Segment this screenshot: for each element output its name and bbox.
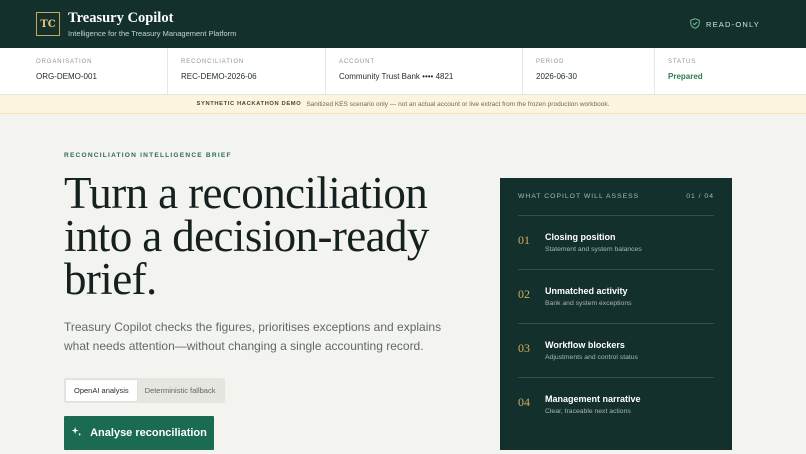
logo: TC: [36, 12, 60, 36]
meta-label: ACCOUNT: [339, 59, 375, 65]
step-title: Management narrative: [545, 394, 641, 404]
step-description: Bank and system exceptions: [545, 300, 632, 307]
assessment-step: 03 Workflow blockers Adjustments and con…: [518, 324, 714, 378]
eyebrow: RECONCILIATION INTELLIGENCE BRIEF: [64, 152, 232, 159]
meta-label: PERIOD: [536, 59, 565, 65]
app-title: Treasury Copilot: [68, 9, 174, 26]
sparkle-icon: [71, 426, 82, 440]
status-badge: Prepared: [668, 72, 703, 81]
meta-value: REC-DEMO-2026-06: [181, 72, 257, 81]
app-subtitle: Intelligence for the Treasury Management…: [68, 28, 237, 38]
panel-header: WHAT COPILOT WILL ASSESS 01 / 04: [518, 178, 714, 216]
meta-value: 2026-06-30: [536, 72, 577, 81]
read-only-badge: READ-ONLY: [690, 18, 760, 31]
mode-deterministic-fallback[interactable]: Deterministic fallback: [137, 380, 224, 401]
panel-counter: 01 / 04: [686, 193, 714, 200]
reconciliation-meta-bar: ORGANISATION ORG-DEMO-001 RECONCILIATION…: [0, 48, 806, 95]
meta-value: ORG-DEMO-001: [36, 72, 97, 81]
app-header: TC Treasury Copilot Intelligence for the…: [0, 0, 806, 48]
meta-organisation: ORGANISATION ORG-DEMO-001: [36, 48, 97, 95]
step-title: Workflow blockers: [545, 340, 625, 350]
step-number: 01: [518, 233, 530, 247]
page-title: Turn a reconciliation into a decision-re…: [64, 168, 429, 304]
step-description: Adjustments and control status: [545, 354, 638, 361]
step-title: Closing position: [545, 232, 616, 242]
read-only-label: READ-ONLY: [705, 20, 760, 29]
analyse-reconciliation-button[interactable]: Analyse reconciliation: [64, 416, 214, 450]
demo-tag: SYNTHETIC HACKATHON DEMO: [196, 101, 302, 107]
meta-label: ORGANISATION: [36, 59, 93, 65]
brand: Treasury Copilot Intelligence for the Tr…: [68, 9, 237, 38]
meta-label: RECONCILIATION: [181, 59, 245, 65]
assessment-step: 04 Management narrative Clear, traceable…: [518, 378, 714, 432]
step-description: Clear, traceable next actions: [545, 408, 631, 415]
meta-account: ACCOUNT Community Trust Bank •••• 4821: [325, 48, 453, 95]
step-number: 02: [518, 287, 530, 301]
meta-period: PERIOD 2026-06-30: [522, 48, 577, 95]
step-number: 04: [518, 395, 530, 409]
meta-value: Community Trust Bank •••• 4821: [339, 72, 454, 81]
demo-banner: SYNTHETIC HACKATHON DEMO Sanitized KES s…: [0, 95, 806, 114]
step-title: Unmatched activity: [545, 286, 628, 296]
analysis-mode-toggle: OpenAI analysis Deterministic fallback: [64, 378, 226, 403]
mode-openai-analysis[interactable]: OpenAI analysis: [66, 380, 137, 401]
shield-check-icon: [690, 18, 700, 31]
step-number: 03: [518, 341, 530, 355]
demo-text: Sanitized KES scenario only — not an act…: [306, 100, 610, 108]
meta-reconciliation: RECONCILIATION REC-DEMO-2026-06: [167, 48, 257, 95]
meta-status: STATUS Prepared: [654, 48, 703, 95]
hero-description: Treasury Copilot checks the figures, pri…: [64, 320, 442, 353]
meta-label: STATUS: [668, 59, 697, 65]
assessment-step: 02 Unmatched activity Bank and system ex…: [518, 270, 714, 324]
assessment-step: 01 Closing position Statement and system…: [518, 216, 714, 270]
panel-heading: WHAT COPILOT WILL ASSESS: [518, 193, 640, 200]
cta-label: Analyse reconciliation: [90, 427, 207, 439]
assessment-panel: WHAT COPILOT WILL ASSESS 01 / 04 01 Clos…: [500, 178, 732, 450]
step-description: Statement and system balances: [545, 246, 642, 253]
